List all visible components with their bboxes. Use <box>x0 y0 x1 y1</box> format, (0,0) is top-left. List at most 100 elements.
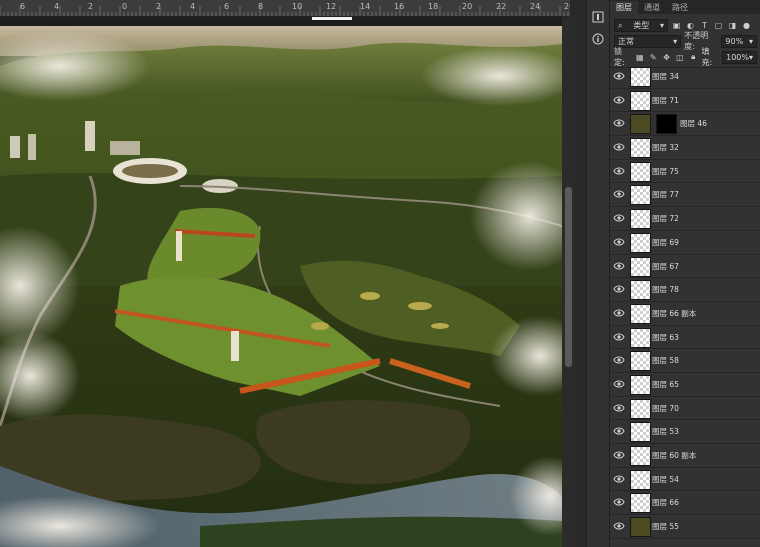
eye-visibility-icon[interactable] <box>613 284 625 294</box>
layer-name[interactable]: 图层 71 <box>652 95 679 106</box>
layer-name[interactable]: 图层 58 <box>652 355 679 366</box>
eye-visibility-icon[interactable] <box>613 142 625 152</box>
layer-row[interactable]: 图层 70 <box>610 397 760 421</box>
layer-name[interactable]: 图层 72 <box>652 213 679 224</box>
layer-thumbnail[interactable] <box>630 161 651 182</box>
layer-thumbnail[interactable] <box>630 469 651 490</box>
tab-paths[interactable]: 路径 <box>666 1 694 14</box>
eye-visibility-icon[interactable] <box>613 237 625 247</box>
layer-row[interactable]: 图层 58 <box>610 349 760 373</box>
layer-thumbnail[interactable] <box>630 138 651 159</box>
layer-row[interactable]: 图层 66 副本 <box>610 302 760 326</box>
lock-artboard-icon[interactable]: ◫ <box>675 52 685 63</box>
opacity-field[interactable]: 90% ▾ <box>721 34 757 48</box>
layer-row[interactable]: 图层 77 <box>610 183 760 208</box>
layer-name[interactable]: 图层 55 <box>652 521 679 532</box>
layer-thumbnail[interactable] <box>630 303 651 324</box>
eye-visibility-icon[interactable] <box>613 71 625 81</box>
layer-thumbnail[interactable] <box>630 422 651 443</box>
eye-visibility-icon[interactable] <box>613 189 625 199</box>
filter-toggle-icon[interactable]: ● <box>741 20 752 31</box>
layer-row[interactable]: 图层 53 <box>610 420 760 444</box>
eye-visibility-icon[interactable] <box>613 95 625 105</box>
info-icon[interactable] <box>587 6 609 28</box>
layer-thumbnail[interactable] <box>630 209 651 230</box>
type-filter-icon[interactable]: T <box>699 20 710 31</box>
eye-visibility-icon[interactable] <box>613 497 625 507</box>
eye-visibility-icon[interactable] <box>613 332 625 342</box>
eye-visibility-icon[interactable] <box>613 450 625 460</box>
layer-name[interactable]: 图层 46 <box>680 118 707 129</box>
layer-row[interactable]: 图层 63 <box>610 326 760 350</box>
layer-thumbnail[interactable] <box>630 185 651 206</box>
layer-name[interactable]: 图层 60 副本 <box>652 450 696 461</box>
lock-all-icon[interactable]: 🔒︎ <box>688 52 698 63</box>
smart-object-filter-icon[interactable]: ◨ <box>727 20 738 31</box>
layer-row[interactable]: 图层 78 <box>610 278 760 302</box>
eye-visibility-icon[interactable] <box>613 474 625 484</box>
info-circle-icon[interactable] <box>587 28 609 50</box>
filter-type-dropdown[interactable]: ⌕ 类型 ▾ <box>614 18 668 32</box>
eye-visibility-icon[interactable] <box>613 403 625 413</box>
eye-visibility-icon[interactable] <box>613 166 625 176</box>
layer-thumbnail[interactable] <box>630 256 651 277</box>
layer-name[interactable]: 图层 66 副本 <box>652 308 696 319</box>
layer-thumbnail[interactable] <box>630 517 651 538</box>
lock-image-pixels-icon[interactable]: ✎ <box>648 52 658 63</box>
layer-row[interactable]: 图层 32 <box>610 136 760 160</box>
adjustment-filter-icon[interactable]: ◐ <box>685 20 696 31</box>
canvas-area[interactable] <box>0 17 562 547</box>
lock-position-icon[interactable]: ✥ <box>661 52 671 63</box>
image-filter-icon[interactable]: ▣ <box>671 20 682 31</box>
layer-thumbnail[interactable] <box>630 232 651 253</box>
layer-row[interactable]: 图层 71 <box>610 89 760 113</box>
tab-layers[interactable]: 图层 <box>610 1 638 14</box>
eye-visibility-icon[interactable] <box>613 379 625 389</box>
layer-name[interactable]: 图层 34 <box>652 71 679 82</box>
layer-row[interactable]: 图层 46 <box>610 112 760 137</box>
eye-visibility-icon[interactable] <box>613 521 625 531</box>
layer-name[interactable]: 图层 32 <box>652 142 679 153</box>
layer-name[interactable]: 图层 77 <box>652 189 679 200</box>
layer-row[interactable]: 图层 67 <box>610 255 760 279</box>
eye-visibility-icon[interactable] <box>613 355 625 365</box>
canvas-vertical-scrollbar[interactable] <box>562 17 575 547</box>
layer-thumbnail[interactable] <box>630 351 651 372</box>
layer-row[interactable]: 图层 54 <box>610 468 760 492</box>
layer-thumbnail[interactable] <box>630 327 651 348</box>
eye-visibility-icon[interactable] <box>613 261 625 271</box>
layer-thumbnail[interactable] <box>630 280 651 301</box>
layer-row[interactable]: 图层 66 <box>610 491 760 516</box>
eye-visibility-icon[interactable] <box>613 308 625 318</box>
layer-name[interactable]: 图层 65 <box>652 379 679 390</box>
layer-thumbnail[interactable] <box>630 67 651 87</box>
layer-row[interactable]: 图层 72 <box>610 207 760 231</box>
layer-thumbnail[interactable] <box>630 493 651 514</box>
tab-channels[interactable]: 通道 <box>638 1 666 14</box>
layer-name[interactable]: 图层 67 <box>652 261 679 272</box>
layer-thumbnail[interactable] <box>630 446 651 466</box>
layer-name[interactable]: 图层 75 <box>652 166 679 177</box>
aerial-landscape-image[interactable] <box>0 26 562 547</box>
layer-name[interactable]: 图层 54 <box>652 474 679 485</box>
layer-row[interactable]: 图层 75 <box>610 160 760 184</box>
layer-row[interactable]: 图层 60 副本 <box>610 444 760 468</box>
layer-name[interactable]: 图层 63 <box>652 332 679 343</box>
layer-name[interactable]: 图层 70 <box>652 403 679 414</box>
layer-thumbnail[interactable] <box>630 374 651 395</box>
layer-thumbnail[interactable] <box>630 398 651 419</box>
layer-row[interactable]: 图层 65 <box>610 373 760 397</box>
layer-mask-thumbnail[interactable] <box>656 114 677 135</box>
lock-transparent-pixels-icon[interactable]: ▦ <box>635 52 645 63</box>
layer-row[interactable]: 图层 55 <box>610 515 760 539</box>
layer-thumbnail[interactable] <box>630 114 651 135</box>
layer-row[interactable]: 图层 69 <box>610 231 760 255</box>
layer-list[interactable]: 图层 34 图层 71 图层 46 图层 32 图层 75 图层 77 图层 72 图层 69… <box>610 65 760 547</box>
layer-name[interactable]: 图层 66 <box>652 497 679 508</box>
layer-name[interactable]: 图层 69 <box>652 237 679 248</box>
eye-visibility-icon[interactable] <box>613 426 625 436</box>
eye-visibility-icon[interactable] <box>613 118 625 128</box>
layer-name[interactable]: 图层 53 <box>652 426 679 437</box>
layer-name[interactable]: 图层 78 <box>652 284 679 295</box>
fill-field[interactable]: 100% ▾ <box>722 50 758 64</box>
